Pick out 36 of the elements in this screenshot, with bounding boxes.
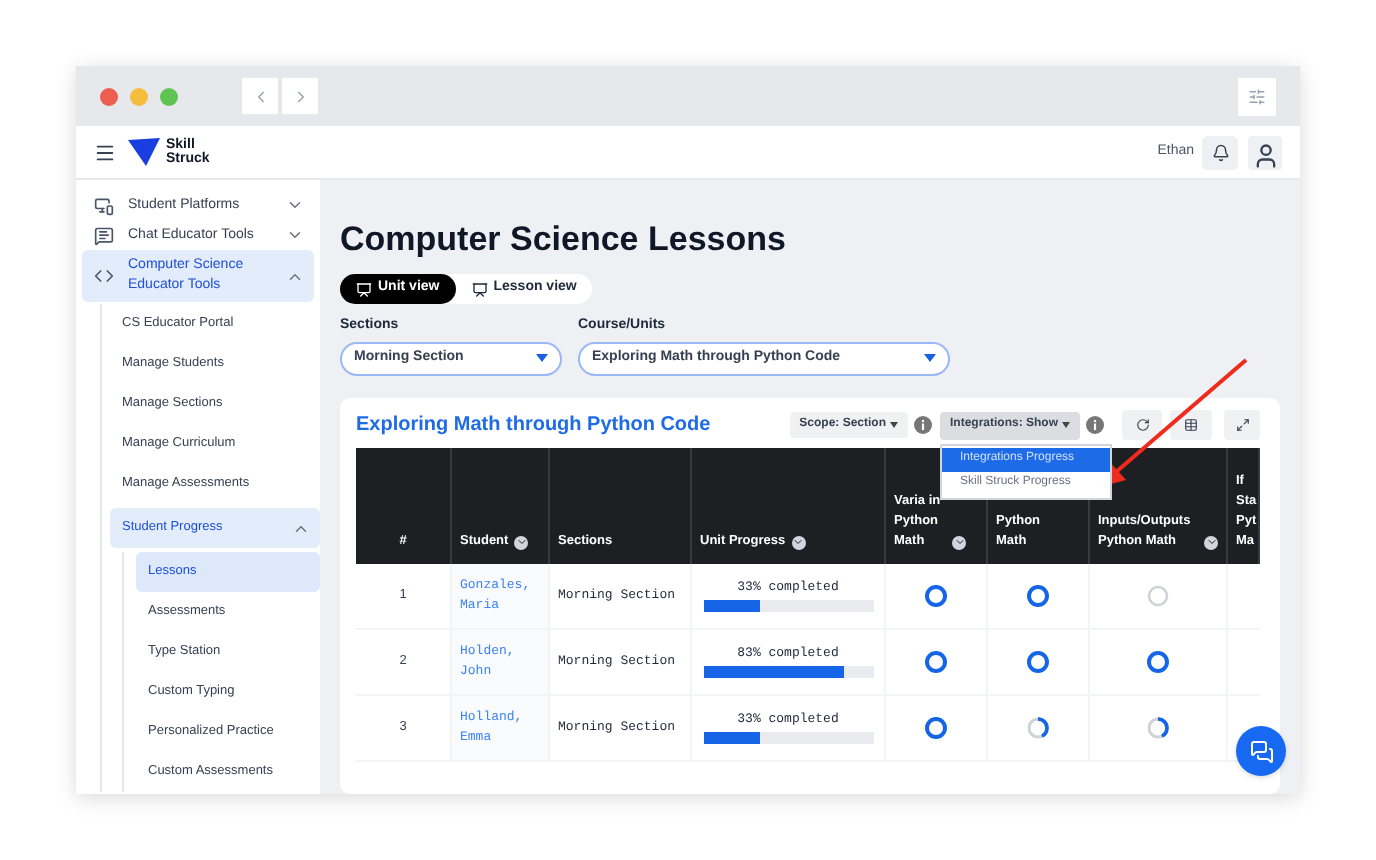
card-title: Exploring Math through Python Code	[356, 412, 711, 440]
chevron-down-icon	[792, 536, 805, 548]
chevron-down-icon	[953, 536, 965, 548]
bell-icon	[1211, 143, 1229, 161]
caret-icon	[1062, 422, 1070, 428]
logo-icon	[128, 138, 160, 166]
menu-icon[interactable]	[94, 141, 116, 163]
code-icon	[94, 266, 114, 286]
sort-icon[interactable]	[514, 535, 529, 549]
avatar[interactable]	[1248, 135, 1282, 169]
info-icon[interactable]	[1086, 416, 1104, 434]
table-icon	[1184, 418, 1198, 432]
sort-icon[interactable]	[791, 535, 806, 549]
settings-button[interactable]	[1238, 77, 1276, 115]
monitor-icon	[94, 195, 114, 215]
sliders-icon	[1248, 87, 1266, 105]
expand-button[interactable]	[1224, 410, 1260, 440]
caret-icon	[890, 422, 898, 428]
expand-icon	[1235, 418, 1249, 432]
caret-icon	[924, 354, 936, 362]
page-title: Computer Science Lessons	[340, 220, 788, 260]
chevron-down-icon	[1205, 536, 1217, 548]
sort-icon[interactable]	[952, 535, 966, 549]
table-button[interactable]	[1170, 410, 1212, 440]
person-icon	[1251, 141, 1279, 169]
chat-bubble-icon	[94, 225, 114, 245]
chevron-down-icon	[515, 536, 528, 548]
notifications-button[interactable]	[1202, 135, 1238, 169]
caret-icon	[536, 354, 548, 362]
chat-icon	[1249, 739, 1273, 763]
info-icon[interactable]	[914, 416, 932, 434]
presentation-icon	[356, 281, 372, 297]
refresh-button[interactable]	[1122, 410, 1162, 440]
refresh-icon	[1135, 418, 1149, 432]
presentation-icon	[471, 281, 488, 297]
sort-icon[interactable]	[1204, 535, 1218, 549]
